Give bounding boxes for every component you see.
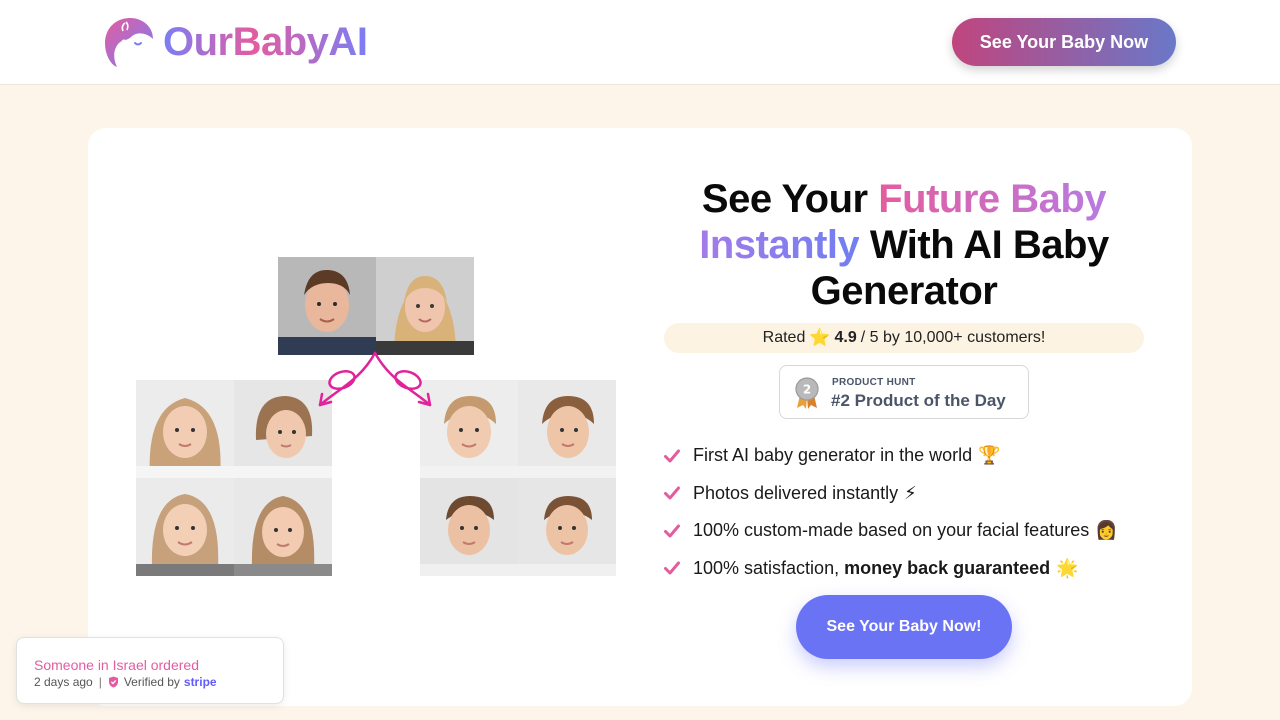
star-icon: ⭐ bbox=[809, 328, 831, 347]
order-notification-toast[interactable]: Someone in Israel ordered 2 days ago | V… bbox=[16, 637, 284, 704]
logo-text: OurBabyAI bbox=[163, 19, 368, 64]
feature-text: Photos delivered instantly bbox=[693, 482, 899, 503]
father-photo bbox=[278, 257, 376, 355]
toast-title: Someone in Israel ordered bbox=[34, 657, 199, 673]
trophy-icon: 🏆 bbox=[978, 445, 1001, 466]
toast-time: 2 days ago bbox=[34, 675, 93, 689]
logo[interactable]: OurBabyAI bbox=[103, 15, 368, 69]
baby-photo-boy-3 bbox=[420, 478, 518, 576]
rating-bar: Rated ⭐ 4.9 / 5 by 10,000+ customers! bbox=[664, 323, 1144, 353]
toast-meta: 2 days ago | Verified by stripe bbox=[34, 675, 217, 689]
check-icon bbox=[664, 449, 680, 463]
product-hunt-badge[interactable]: 2 PRODUCT HUNT #2 Product of the Day bbox=[779, 365, 1029, 419]
header-cta-button[interactable]: See Your Baby Now bbox=[952, 18, 1176, 66]
baby-photo-girl-3 bbox=[136, 478, 234, 576]
product-hunt-label: PRODUCT HUNT bbox=[832, 377, 916, 388]
separator: | bbox=[98, 675, 102, 689]
stripe-logo: stripe bbox=[183, 675, 217, 689]
check-icon bbox=[664, 524, 680, 538]
baby-photo-girl-4 bbox=[234, 478, 332, 576]
feature-item: 100% satisfaction, money back guaranteed… bbox=[664, 550, 1164, 588]
sparkle-star-icon: 🌟 bbox=[1056, 557, 1079, 578]
verified-label: Verified by bbox=[123, 675, 180, 689]
shield-check-icon bbox=[108, 676, 118, 688]
feature-item: First AI baby generator in the world 🏆 bbox=[664, 437, 1164, 475]
baby-photo-boy-2 bbox=[518, 380, 616, 478]
medal-icon: 2 bbox=[795, 377, 819, 409]
headline-highlight1: Future Baby bbox=[878, 177, 1107, 221]
rating-score: 4.9 bbox=[834, 329, 857, 346]
headline-highlight2: Instantly bbox=[699, 223, 860, 267]
rating-suffix: / 5 by 10,000+ customers! bbox=[860, 329, 1046, 346]
feature-list: First AI baby generator in the world 🏆 P… bbox=[664, 437, 1164, 587]
see-your-baby-button[interactable]: See Your Baby Now! bbox=[796, 595, 1012, 659]
rating-prefix: Rated bbox=[762, 329, 806, 346]
feature-text-plain: 100% satisfaction, bbox=[693, 557, 845, 578]
family-tree-image bbox=[136, 257, 616, 579]
split-arrows-icon bbox=[318, 351, 432, 407]
feature-item: Photos delivered instantly ⚡ bbox=[664, 475, 1164, 513]
woman-icon: 👩 bbox=[1095, 520, 1118, 541]
product-hunt-title: #2 Product of the Day bbox=[831, 391, 1006, 410]
feature-item: 100% custom-made based on your facial fe… bbox=[664, 512, 1164, 550]
mother-photo bbox=[376, 257, 474, 355]
check-icon bbox=[664, 486, 680, 500]
lightning-icon: ⚡ bbox=[904, 482, 917, 503]
feature-text: 100% satisfaction, money back guaranteed bbox=[693, 558, 1050, 579]
hero-headline: See Your Future Baby Instantly With AI B… bbox=[664, 176, 1144, 314]
logo-icon bbox=[105, 18, 153, 67]
headline-part1: See Your bbox=[701, 177, 879, 221]
feature-text: First AI baby generator in the world bbox=[693, 445, 973, 466]
medal-number: 2 bbox=[803, 383, 811, 397]
site-header: OurBabyAI See Your Baby Now bbox=[0, 0, 1280, 85]
baby-photo-girl-1 bbox=[136, 380, 234, 478]
feature-text: 100% custom-made based on your facial fe… bbox=[693, 520, 1090, 541]
check-icon bbox=[664, 561, 680, 575]
baby-photo-boy-4 bbox=[518, 478, 616, 576]
feature-text-bold: money back guaranteed bbox=[844, 557, 1051, 578]
